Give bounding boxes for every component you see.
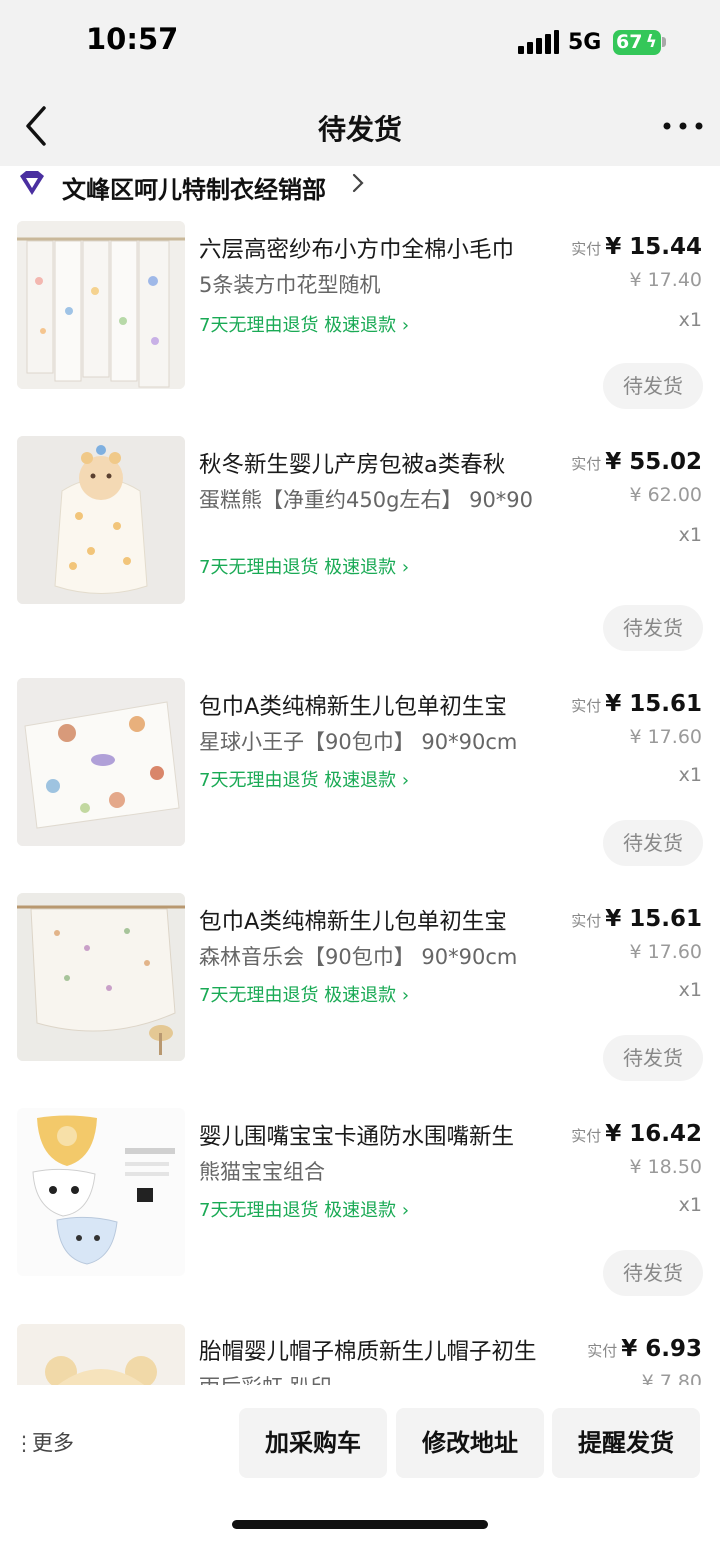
paid-label: 实付 — [571, 240, 602, 258]
paid-label: 实付 — [571, 697, 602, 715]
paid-label: 实付 — [571, 912, 602, 930]
paid-amount: ¥ 6.93 — [621, 1336, 702, 1362]
order-item[interactable]: 秋冬新生婴儿产房包被a类春秋 蛋糕熊【净重约450g左右】 90*90 7天无理… — [0, 425, 720, 665]
product-thumbnail[interactable] — [17, 678, 185, 846]
original-price: ¥ 17.40 — [629, 269, 702, 291]
paid-amount: ¥ 15.44 — [605, 234, 702, 260]
vertical-dots-icon: ⋮ — [14, 1431, 34, 1455]
quantity: x1 — [678, 1194, 702, 1216]
bottom-action-bar: ⋮更多 加采购车 修改地址 提醒发货 — [0, 1385, 720, 1558]
status-time: 10:57 — [86, 22, 179, 56]
product-spec: 5条装方巾花型随机 — [199, 273, 381, 297]
paid-price: 实付 ¥ 55.02 — [571, 449, 702, 475]
product-spec: 熊猫宝宝组合 — [199, 1160, 325, 1184]
battery-level: 67 — [616, 31, 643, 53]
quantity: x1 — [678, 979, 702, 1001]
product-thumbnail[interactable] — [17, 436, 185, 604]
charging-bolt-icon: ϟ — [645, 32, 657, 52]
paid-amount: ¥ 55.02 — [605, 449, 702, 475]
remind-shipping-button[interactable]: 提醒发货 — [552, 1408, 700, 1478]
ellipsis-icon[interactable] — [660, 110, 706, 142]
service-tags[interactable]: 7天无理由退货 极速退款 › — [199, 1196, 409, 1222]
original-price: ¥ 17.60 — [629, 726, 702, 748]
battery-cap — [662, 37, 666, 47]
home-indicator — [232, 1520, 488, 1529]
more-label: 更多 — [32, 1431, 74, 1455]
edit-address-button[interactable]: 修改地址 — [396, 1408, 544, 1478]
status-bar: 10:57 5G 67 ϟ — [0, 0, 720, 88]
status-badge[interactable]: 待发货 — [603, 363, 703, 409]
paid-amount: ¥ 15.61 — [605, 906, 702, 932]
product-title[interactable]: 婴儿围嘴宝宝卡通防水围嘴新生 — [199, 1119, 559, 1151]
shop-header[interactable]: 文峰区呵儿特制衣经销部 — [0, 166, 720, 210]
chevron-right-icon[interactable] — [350, 170, 366, 202]
more-button[interactable]: ⋮更多 — [14, 1427, 74, 1457]
product-spec: 雨后彩虹 趴印 — [199, 1373, 559, 1385]
page-title: 待发货 — [317, 113, 402, 146]
order-item[interactable]: 包巾A类纯棉新生儿包单初生宝 星球小王子【90包巾】 90*90cm 7天无理由… — [0, 665, 720, 880]
quantity: x1 — [678, 524, 702, 546]
add-to-purchase-cart-button[interactable]: 加采购车 — [239, 1408, 387, 1478]
original-price: ¥ 62.00 — [629, 484, 702, 506]
product-title[interactable]: 包巾A类纯棉新生儿包单初生宝 — [199, 904, 559, 936]
battery-icon: 67 ϟ — [613, 30, 661, 55]
paid-amount: ¥ 16.42 — [605, 1121, 702, 1147]
product-title[interactable]: 包巾A类纯棉新生儿包单初生宝 — [199, 689, 559, 721]
original-price: ¥ 7.80 — [641, 1371, 702, 1385]
quantity: x1 — [678, 764, 702, 786]
paid-label: 实付 — [571, 1127, 602, 1145]
paid-price: 实付 ¥ 16.42 — [571, 1121, 702, 1147]
product-thumbnail[interactable] — [17, 893, 185, 1061]
product-spec: 星球小王子【90包巾】 90*90cm — [199, 730, 518, 754]
paid-price: 实付 ¥ 15.44 — [571, 234, 702, 260]
order-item[interactable]: 胎帽婴儿帽子棉质新生儿帽子初生 雨后彩虹 趴印 实付¥ 6.93 ¥ 7.80 — [0, 1310, 720, 1385]
product-title[interactable]: 胎帽婴儿帽子棉质新生儿帽子初生 — [199, 1334, 575, 1366]
nav-bar: 待发货 — [0, 88, 720, 166]
paid-price: 实付 ¥ 15.61 — [571, 691, 702, 717]
paid-label: 实付 — [571, 455, 602, 473]
paid-price: 实付 ¥ 15.61 — [571, 906, 702, 932]
original-price: ¥ 17.60 — [629, 941, 702, 963]
status-badge[interactable]: 待发货 — [603, 820, 703, 866]
order-item[interactable]: 包巾A类纯棉新生儿包单初生宝 森林音乐会【90包巾】 90*90cm 7天无理由… — [0, 880, 720, 1095]
status-badge[interactable]: 待发货 — [603, 1035, 703, 1081]
product-spec: 森林音乐会【90包巾】 90*90cm — [199, 945, 518, 969]
status-badge[interactable]: 待发货 — [603, 1250, 703, 1296]
product-thumbnail[interactable] — [17, 1324, 185, 1385]
shop-name[interactable]: 文峰区呵儿特制衣经销部 — [62, 170, 326, 205]
status-badge[interactable]: 待发货 — [603, 605, 703, 651]
paid-price: 实付 ¥ 6.93 — [587, 1336, 702, 1362]
original-price: ¥ 18.50 — [629, 1156, 702, 1178]
service-tags[interactable]: 7天无理由退货 极速退款 › — [199, 981, 409, 1007]
network-type: 5G — [568, 30, 602, 55]
order-item-list: 六层高密纱布小方巾全棉小毛巾 5条装方巾花型随机 7天无理由退货 极速退款 › … — [0, 210, 720, 1385]
signal-icon — [518, 30, 559, 54]
diamond-shop-icon — [18, 170, 46, 196]
order-item[interactable]: 婴儿围嘴宝宝卡通防水围嘴新生 熊猫宝宝组合 7天无理由退货 极速退款 › 实付 ¥… — [0, 1095, 720, 1310]
product-thumbnail[interactable] — [17, 221, 185, 389]
product-title[interactable]: 六层高密纱布小方巾全棉小毛巾 — [199, 232, 559, 264]
product-title[interactable]: 秋冬新生婴儿产房包被a类春秋 — [199, 447, 559, 479]
product-spec: 蛋糕熊【净重约450g左右】 90*90 — [199, 488, 534, 512]
service-tags[interactable]: 7天无理由退货 极速退款 › — [199, 766, 409, 792]
paid-amount: ¥ 15.61 — [605, 691, 702, 717]
service-tags[interactable]: 7天无理由退货 极速退款 › — [199, 311, 409, 337]
quantity: x1 — [678, 309, 702, 331]
service-tags[interactable]: 7天无理由退货 极速退款 › — [199, 553, 409, 579]
order-item[interactable]: 六层高密纱布小方巾全棉小毛巾 5条装方巾花型随机 7天无理由退货 极速退款 › … — [0, 210, 720, 425]
product-thumbnail[interactable] — [17, 1108, 185, 1276]
paid-label: 实付 — [587, 1342, 618, 1360]
